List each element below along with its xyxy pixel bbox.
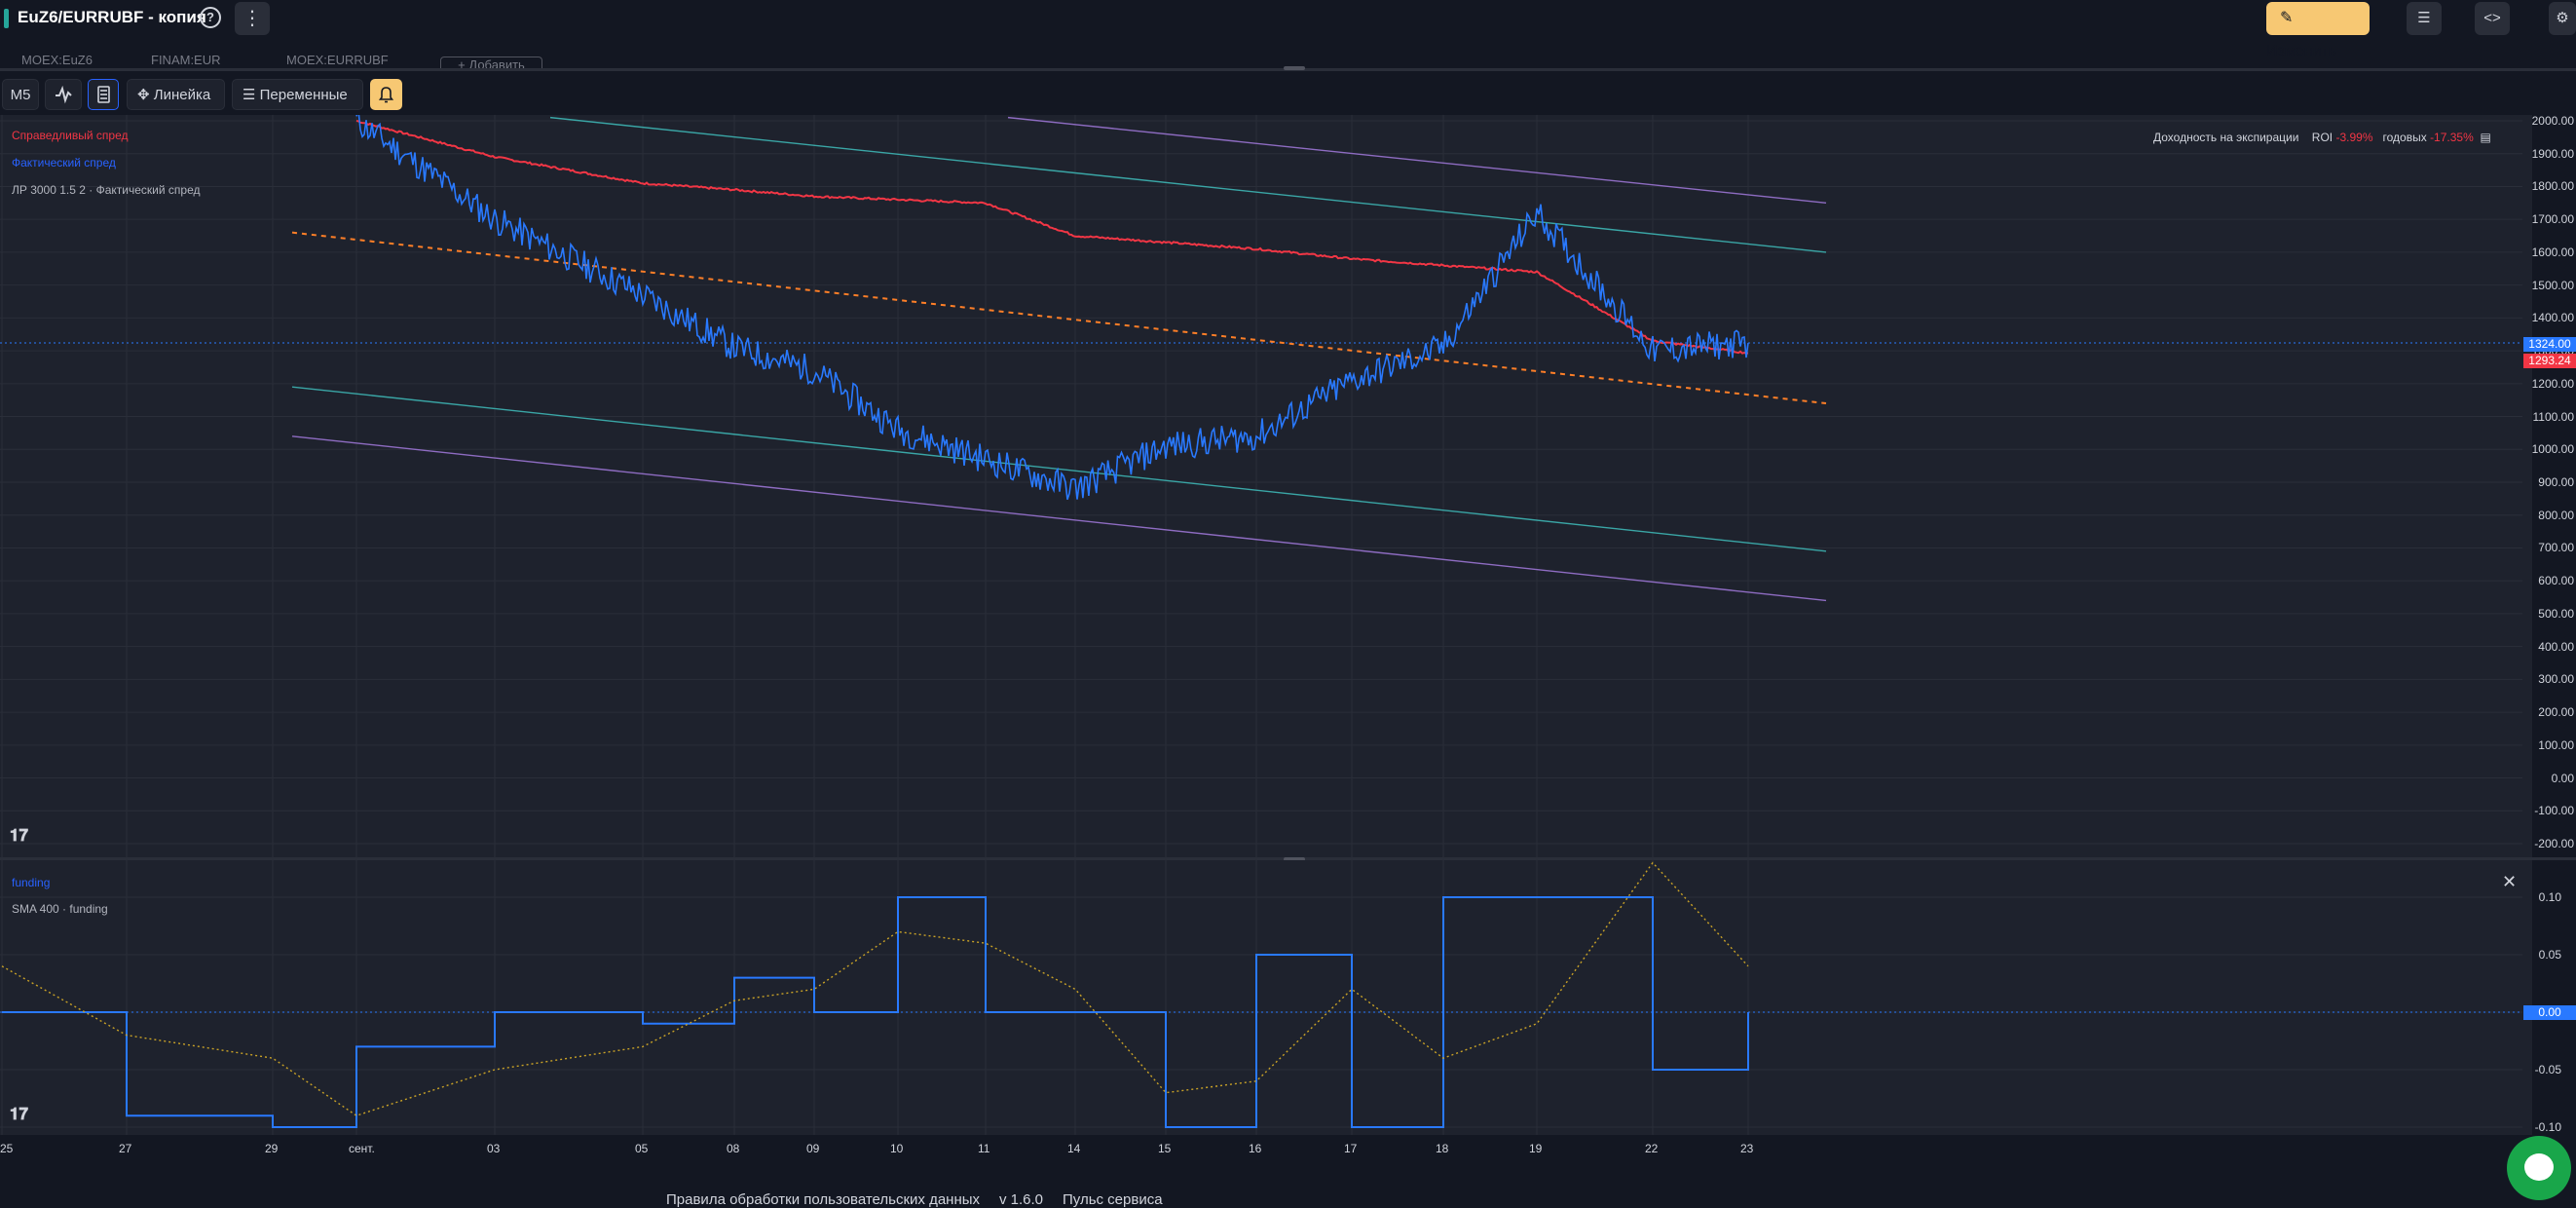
y-tick-label: 900.00 bbox=[2538, 475, 2574, 489]
page-title: EuZ6/EURRUBF - копия bbox=[18, 8, 206, 26]
y-tick-label: -200.00 bbox=[2534, 837, 2574, 850]
x-tick-label: 17 bbox=[1344, 1142, 1358, 1155]
code-view-button[interactable]: <> bbox=[2475, 2, 2510, 35]
tradingview-logo: 𝟏𝟕 bbox=[10, 826, 28, 845]
y-tick-label: 0.00 bbox=[2551, 771, 2574, 785]
ruler-button[interactable]: ✥ Линейка bbox=[127, 79, 225, 110]
more-menu-button[interactable]: ⋮ bbox=[235, 2, 270, 35]
sliders-icon: ☰ bbox=[243, 87, 256, 103]
edit-button[interactable]: ✎ Изменить bbox=[2266, 2, 2370, 59]
y-tick-label: 800.00 bbox=[2538, 508, 2574, 522]
y-tick-label: 1500.00 bbox=[2531, 278, 2574, 292]
funding-y-tick-label: 0.10 bbox=[2538, 890, 2561, 904]
calculator-button[interactable] bbox=[88, 79, 119, 110]
x-tick-label: 25 bbox=[0, 1142, 14, 1155]
settings-button[interactable]: ⚙ bbox=[2549, 2, 2576, 35]
ruler-label: Линейка bbox=[153, 87, 211, 103]
x-tick-label: 05 bbox=[635, 1142, 649, 1155]
y-tick-label: 1600.00 bbox=[2531, 245, 2574, 259]
main-chart-svg bbox=[0, 115, 2522, 857]
y-tick-label: 1200.00 bbox=[2531, 376, 2574, 391]
pencil-icon: ✎ bbox=[2280, 10, 2294, 26]
x-tick-label: 10 bbox=[890, 1142, 904, 1155]
roi-label: ROI bbox=[2311, 131, 2333, 144]
tradingview-logo-2: 𝟏𝟕 bbox=[10, 1105, 28, 1123]
y-tick-label: 1700.00 bbox=[2531, 212, 2574, 227]
edit-button-label: Изменить bbox=[2266, 43, 2337, 59]
indicator-button[interactable] bbox=[45, 79, 82, 110]
y-tick-label: 1100.00 bbox=[2532, 409, 2575, 424]
legend-regression[interactable]: ЛР 3000 1.5 2 · Фактический спред bbox=[12, 183, 200, 197]
annual-value: -17.35% bbox=[2430, 131, 2474, 144]
y-tick-label: 700.00 bbox=[2538, 541, 2574, 555]
legend-sma-funding[interactable]: SMA 400 · funding bbox=[12, 902, 108, 916]
calculator-icon[interactable]: ▤ bbox=[2480, 131, 2490, 144]
funding-chart-svg bbox=[0, 860, 2522, 1135]
y-tick-label: 2000.00 bbox=[2531, 114, 2574, 128]
roi-summary: Доходность на экспирации ROI -3.99% годо… bbox=[2153, 131, 2491, 144]
y-tick-label: -100.00 bbox=[2534, 804, 2574, 818]
bell-icon bbox=[378, 87, 394, 103]
legend-actual-spread[interactable]: Фактический спред bbox=[12, 156, 116, 170]
x-tick-label: 22 bbox=[1645, 1142, 1659, 1155]
move-icon: ✥ bbox=[137, 87, 150, 103]
privacy-link[interactable]: Правила обработки пользовательских данны… bbox=[666, 1191, 980, 1208]
chat-icon bbox=[2524, 1153, 2554, 1181]
y-tick-label: 600.00 bbox=[2538, 574, 2574, 588]
variables-label: Переменные bbox=[259, 87, 348, 103]
calculator-icon bbox=[97, 86, 110, 103]
x-tick-label: 16 bbox=[1249, 1142, 1262, 1155]
x-tick-label: 03 bbox=[487, 1142, 501, 1155]
legend-fair-spread[interactable]: Справедливый спред bbox=[12, 129, 129, 142]
funding-y-tick-label: 0.05 bbox=[2538, 948, 2561, 962]
x-tick-label: 19 bbox=[1529, 1142, 1543, 1155]
x-tick-label: 23 bbox=[1740, 1142, 1754, 1155]
x-tick-label: 27 bbox=[119, 1142, 132, 1155]
funding-y-tick-label: -0.10 bbox=[2534, 1120, 2561, 1134]
help-icon[interactable]: ? bbox=[200, 7, 221, 28]
chat-button[interactable] bbox=[2507, 1136, 2571, 1200]
x-tick-label: 11 bbox=[978, 1142, 990, 1155]
x-tick-label: 08 bbox=[727, 1142, 740, 1155]
top-bar: EuZ6/EURRUBF - копия ? ⋮ ✎Изменить ☰ <> … bbox=[0, 0, 2576, 59]
resize-handle[interactable] bbox=[1284, 66, 1305, 70]
close-pane-icon[interactable]: ✕ bbox=[2502, 872, 2517, 892]
y-tick-label: 500.00 bbox=[2538, 606, 2574, 621]
actual-price-label: 1324.00 bbox=[2523, 337, 2576, 352]
y-tick-label: 300.00 bbox=[2538, 672, 2574, 687]
roi-value: -3.99% bbox=[2335, 131, 2373, 144]
y-tick-label: 100.00 bbox=[2538, 737, 2574, 752]
legend-funding[interactable]: funding bbox=[12, 876, 50, 889]
x-tick-label: 15 bbox=[1158, 1142, 1172, 1155]
y-tick-label: 1400.00 bbox=[2531, 311, 2574, 325]
footer: Правила обработки пользовательских данны… bbox=[0, 1164, 2576, 1208]
version-text: v 1.6.0 bbox=[999, 1191, 1044, 1208]
interval-button[interactable]: M5 bbox=[2, 79, 39, 110]
sma-funding-line bbox=[1, 861, 1749, 1116]
fair-price-label: 1293.24 bbox=[2523, 354, 2576, 368]
x-tick-label: 14 bbox=[1067, 1142, 1081, 1155]
funding-price-label: 0.00 bbox=[2523, 1005, 2576, 1020]
status-link[interactable]: Пульс сервиса bbox=[1063, 1191, 1163, 1208]
y-tick-label: 1000.00 bbox=[2531, 442, 2574, 457]
y-tick-label: 200.00 bbox=[2538, 705, 2574, 720]
chart-toolbar: M5 ✥ Линейка ☰ Переменные bbox=[0, 76, 2576, 115]
x-tick-label: 29 bbox=[265, 1142, 279, 1155]
alert-button[interactable] bbox=[370, 79, 402, 110]
x-tick-label: сент. bbox=[349, 1142, 375, 1155]
x-tick-label: 09 bbox=[806, 1142, 820, 1155]
list-view-button[interactable]: ☰ bbox=[2407, 2, 2442, 35]
variables-button[interactable]: ☰ Переменные bbox=[232, 79, 363, 110]
x-tick-label: 18 bbox=[1436, 1142, 1449, 1155]
brand-mark bbox=[4, 9, 9, 28]
funding-y-tick-label: -0.05 bbox=[2534, 1063, 2561, 1076]
y-tick-label: 1900.00 bbox=[2531, 146, 2574, 161]
annual-label: годовых bbox=[2382, 131, 2427, 144]
pulse-icon bbox=[56, 85, 72, 104]
y-tick-label: 1800.00 bbox=[2531, 179, 2574, 194]
y-tick-label: 400.00 bbox=[2538, 639, 2574, 654]
roi-caption: Доходность на экспирации bbox=[2153, 131, 2299, 144]
